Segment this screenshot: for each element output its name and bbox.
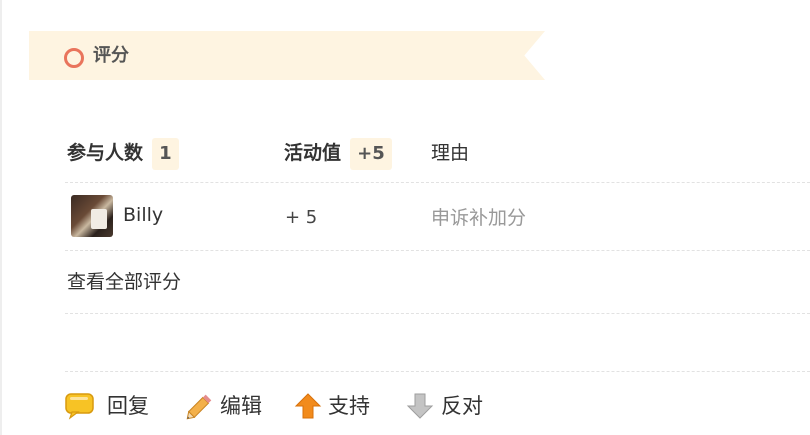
rating-entry-row: Billy + 5 申诉补加分 — [65, 183, 810, 251]
pencil-icon — [186, 394, 212, 420]
reason-label: 理由 — [431, 142, 470, 164]
participants-header: 参与人数 1 — [67, 138, 179, 170]
ring-icon — [64, 48, 84, 68]
section-title: 评分 — [93, 45, 129, 66]
activity-label: 活动值 — [284, 142, 342, 164]
support-label: 支持 — [328, 394, 370, 418]
rating-footer-row: 查看全部评分 — [65, 251, 810, 314]
rating-table: 参与人数 1 活动值 +5 理由 Billy + 5 申诉补加分 查看全部评分 — [65, 122, 810, 314]
activity-header: 活动值 +5 — [284, 138, 392, 170]
avatar-photo-detail — [91, 209, 107, 229]
view-all-cell: 查看全部评分 — [67, 269, 181, 295]
down-arrow-icon — [406, 393, 434, 419]
score-cell: + 5 — [285, 205, 317, 231]
participants-label: 参与人数 — [67, 142, 144, 164]
up-arrow-icon — [294, 393, 322, 419]
speech-bubble-icon — [65, 393, 94, 420]
reason-cell: 申诉补加分 — [431, 205, 526, 231]
oppose-label: 反对 — [441, 394, 483, 418]
divider — [65, 371, 810, 372]
user-avatar[interactable] — [71, 195, 113, 237]
edit-label: 编辑 — [220, 394, 262, 418]
reason-header: 理由 — [431, 140, 469, 166]
score-value: + 5 — [285, 207, 318, 228]
user-name-link[interactable]: Billy — [123, 204, 163, 226]
user-name-cell: Billy — [123, 202, 163, 228]
reason-value: 申诉补加分 — [431, 207, 527, 229]
activity-total-badge: +5 — [350, 138, 392, 170]
left-border — [0, 0, 2, 435]
reply-label: 回复 — [107, 394, 149, 418]
rating-header-row: 参与人数 1 活动值 +5 理由 — [65, 122, 810, 183]
page: 评分 参与人数 1 活动值 +5 理由 Billy + 5 申诉补加分 查看全部… — [0, 0, 810, 435]
view-all-ratings-link[interactable]: 查看全部评分 — [67, 271, 181, 293]
participants-count-badge: 1 — [152, 138, 179, 170]
